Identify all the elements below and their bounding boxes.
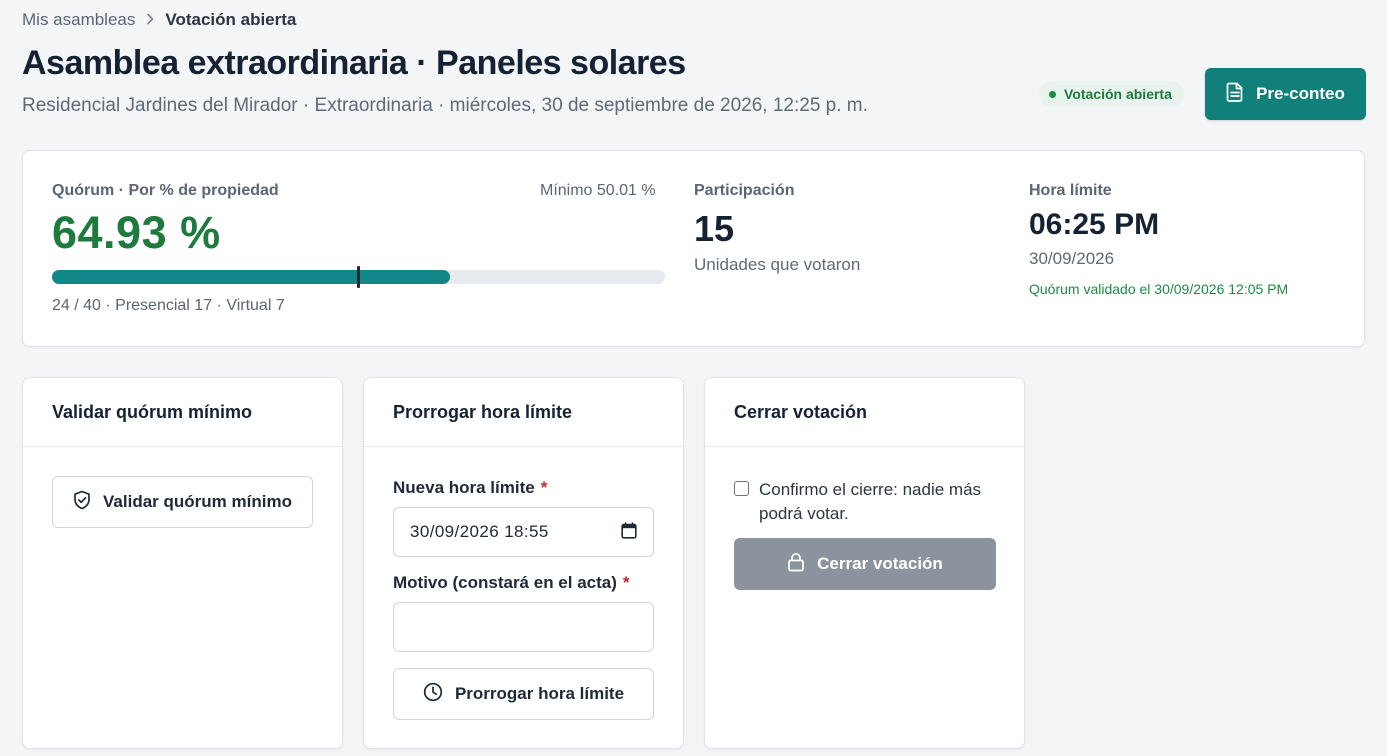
summary-card: Quórum · Por % de propiedad Mínimo 50.01… [22,150,1365,347]
quorum-minimum: Mínimo 50.01 % [540,182,656,199]
confirm-close-text: Confirmo el cierre: nadie más podrá vota… [759,480,982,523]
confirm-close-checkbox[interactable] [734,481,749,496]
required-mark: * [622,573,630,592]
validate-quorum-title: Validar quórum mínimo [23,378,342,447]
close-voting-title: Cerrar votación [705,378,1024,447]
chevron-right-icon [145,12,155,29]
deadline-label: Hora límite [1029,182,1112,199]
reason-label: Motivo (constará en el acta) * [393,573,630,593]
extend-deadline-title: Prorrogar hora límite [364,378,683,447]
extend-deadline-button[interactable]: Prorrogar hora límite [393,668,654,720]
extend-deadline-button-label: Prorrogar hora límite [454,684,625,703]
quorum-progress-fill [52,270,451,284]
preconteo-button[interactable]: Pre-conteo [1205,68,1366,120]
shield-check-icon [73,490,91,515]
status-badge-label: Votación abierta [1064,86,1172,102]
validate-quorum-button[interactable]: Validar quórum mínimo [52,476,313,528]
page-title: Asamblea extraordinaria · Paneles solare… [22,44,686,82]
required-mark: * [540,478,548,497]
new-deadline-value: 30/09/2026 18:55 [410,522,549,541]
deadline-date: 30/09/2026 [1029,249,1115,268]
participation-description: Unidades que votaron [694,255,861,274]
close-voting-button-label: Cerrar votación [817,554,943,573]
new-deadline-input[interactable]: 30/09/2026 18:55 [393,507,654,557]
participation-value: 15 [694,208,735,249]
lock-icon [787,552,805,577]
deadline-time: 06:25 PM [1029,208,1160,241]
validate-quorum-button-label: Validar quórum mínimo [103,492,292,511]
new-deadline-label-text: Nueva hora límite [393,478,535,497]
quorum-label: Quórum · Por % de propiedad [52,182,279,199]
document-icon [1226,82,1244,107]
quorum-progress-bar [52,266,665,288]
breadcrumb-current: Votación abierta [165,10,297,29]
reason-input[interactable] [393,602,654,652]
close-voting-button[interactable]: Cerrar votación [734,538,996,590]
quorum-minimum-marker [357,266,361,288]
page-subtitle: Residencial Jardines del Mirador · Extra… [22,95,868,116]
close-voting-panel: Cerrar votación Confirmo el cierre: nadi… [704,377,1025,749]
status-badge: Votación abierta [1039,81,1184,107]
calendar-icon[interactable] [621,522,637,544]
extend-deadline-panel: Prorrogar hora límite Nueva hora límite *… [363,377,684,749]
status-dot-icon [1049,90,1056,98]
quorum-detail: 24 / 40 · Presencial 17 · Virtual 7 [52,297,285,314]
page: Mis asambleas Votación abierta Asamblea … [0,0,1387,756]
reason-label-text: Motivo (constará en el acta) [393,573,617,592]
breadcrumb-parent-link[interactable]: Mis asambleas [22,10,135,30]
quorum-value: 64.93 % [52,207,221,258]
breadcrumb: Mis asambleas Votación abierta [22,10,296,30]
validate-quorum-panel: Validar quórum mínimo Validar quórum mín… [22,377,343,749]
quorum-validated-note: Quórum validado el 30/09/2026 12:05 PM [1029,281,1289,297]
participation-label: Participación [694,182,795,199]
clock-icon [423,682,443,707]
confirm-close-row[interactable]: Confirmo el cierre: nadie más podrá vota… [734,478,999,526]
new-deadline-label: Nueva hora límite * [393,478,547,498]
preconteo-label: Pre-conteo [1256,84,1345,103]
